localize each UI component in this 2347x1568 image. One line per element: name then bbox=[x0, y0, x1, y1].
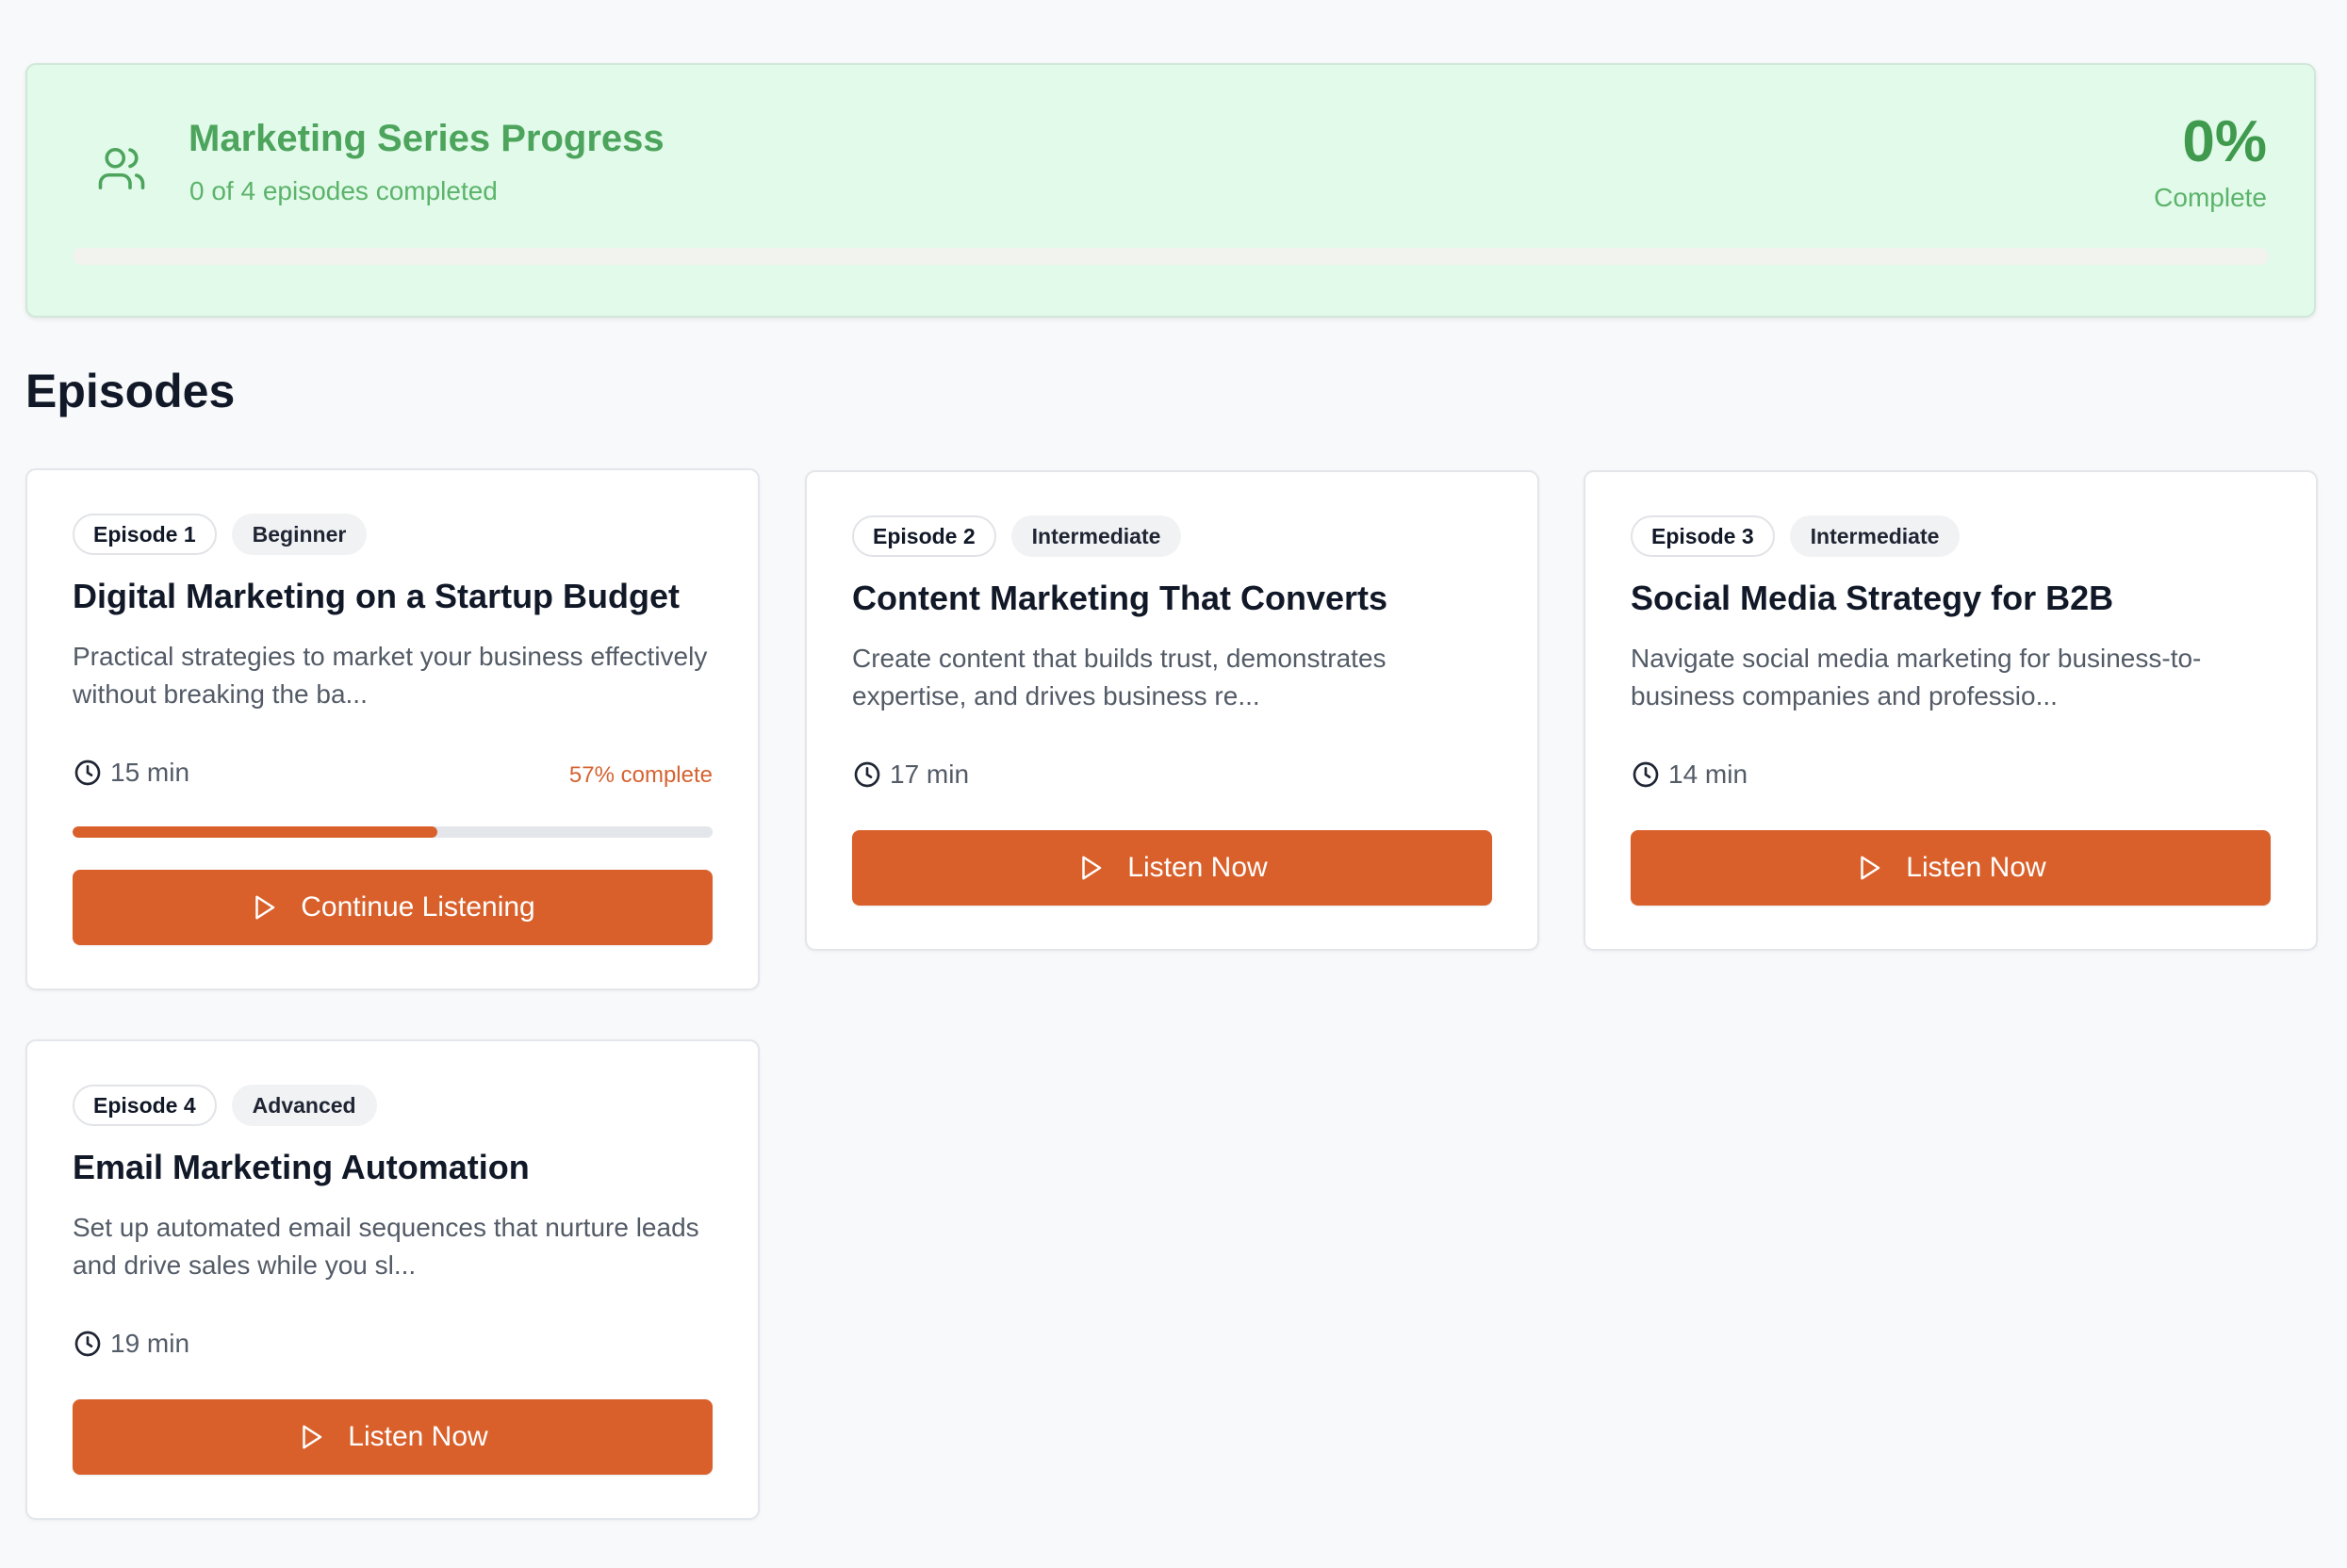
level-badge: Intermediate bbox=[1010, 515, 1182, 557]
episode-duration: 19 min bbox=[73, 1329, 189, 1359]
episode-duration: 17 min bbox=[852, 760, 969, 790]
episode-number-badge: Episode 1 bbox=[73, 514, 217, 555]
listen-now-button[interactable]: Listen Now bbox=[852, 830, 1492, 906]
series-subtitle: 0 of 4 episodes completed bbox=[189, 176, 498, 205]
clock-icon bbox=[1633, 761, 1659, 788]
level-badge: Intermediate bbox=[1789, 515, 1961, 557]
clock-icon bbox=[854, 761, 880, 788]
episode-title: Digital Marketing on a Startup Budget bbox=[73, 577, 681, 615]
episode-progress-bar bbox=[73, 826, 713, 838]
episode-tags: Episode 2 Intermediate bbox=[852, 515, 1182, 557]
series-percent-label: Complete bbox=[2154, 183, 2267, 212]
episode-description: Create content that builds trust, demons… bbox=[852, 644, 1387, 710]
duration-text: 15 min bbox=[110, 758, 190, 787]
clock-icon bbox=[74, 760, 101, 786]
play-icon bbox=[303, 1425, 322, 1449]
episode-card: Episode 2 Intermediate Content Marketing… bbox=[805, 470, 1539, 951]
episode-description: Set up automated email sequences that nu… bbox=[73, 1213, 699, 1280]
episode-tags: Episode 1 Beginner bbox=[73, 514, 368, 555]
play-icon bbox=[1861, 856, 1880, 880]
button-label: Listen Now bbox=[1127, 852, 1268, 883]
episode-card: Episode 3 Intermediate Social Media Stra… bbox=[1584, 470, 2318, 951]
listen-now-button[interactable]: Listen Now bbox=[1631, 830, 2271, 906]
episode-progress-fill bbox=[73, 826, 438, 838]
listen-now-button[interactable]: Listen Now bbox=[73, 1399, 713, 1475]
duration-text: 14 min bbox=[1668, 760, 1748, 789]
page: Marketing Series Progress 0 of 4 episode… bbox=[0, 0, 2347, 1568]
series-progress-card: Marketing Series Progress 0 of 4 episode… bbox=[25, 63, 2316, 318]
episode-number-badge: Episode 2 bbox=[852, 515, 996, 557]
episode-duration: 15 min bbox=[73, 758, 189, 788]
episode-title: Social Media Strategy for B2B bbox=[1631, 579, 2114, 617]
duration-text: 17 min bbox=[890, 760, 970, 789]
level-badge: Advanced bbox=[231, 1085, 377, 1126]
continue-listening-button[interactable]: Continue Listening bbox=[73, 870, 713, 945]
episode-number-badge: Episode 4 bbox=[73, 1085, 217, 1126]
episode-description: Navigate social media marketing for busi… bbox=[1631, 644, 2202, 710]
episode-card: Episode 4 Advanced Email Marketing Autom… bbox=[25, 1039, 760, 1520]
duration-text: 19 min bbox=[110, 1329, 190, 1358]
episode-card: Episode 1 Beginner Digital Marketing on … bbox=[25, 468, 760, 990]
button-label: Listen Now bbox=[348, 1421, 488, 1452]
episode-tags: Episode 3 Intermediate bbox=[1631, 515, 1961, 557]
button-label: Listen Now bbox=[1906, 852, 2046, 883]
episode-progress-text: 57% complete bbox=[568, 762, 713, 788]
episode-title: Email Marketing Automation bbox=[73, 1148, 530, 1186]
episode-number-badge: Episode 3 bbox=[1631, 515, 1775, 557]
episodes-heading: Episodes bbox=[25, 365, 236, 417]
episode-title: Content Marketing That Converts bbox=[852, 579, 1388, 617]
series-progress-bar bbox=[73, 248, 2269, 265]
episode-description: Practical strategies to market your busi… bbox=[73, 642, 708, 709]
clock-icon bbox=[74, 1331, 101, 1357]
episode-duration: 14 min bbox=[1631, 760, 1748, 790]
episode-tags: Episode 4 Advanced bbox=[73, 1085, 377, 1126]
users-icon bbox=[98, 147, 145, 190]
series-percent: 0% bbox=[2182, 109, 2267, 174]
play-icon bbox=[1082, 856, 1102, 880]
button-label: Continue Listening bbox=[301, 891, 535, 923]
play-icon bbox=[255, 895, 275, 920]
series-title: Marketing Series Progress bbox=[189, 118, 665, 159]
level-badge: Beginner bbox=[231, 514, 368, 555]
